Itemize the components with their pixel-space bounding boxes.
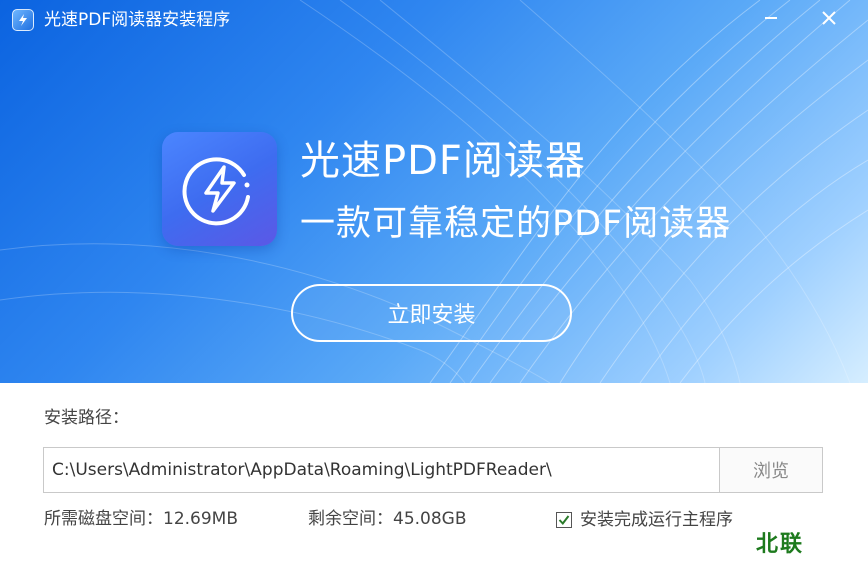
window-title: 光速PDF阅读器安装程序	[44, 10, 231, 30]
close-button[interactable]	[816, 6, 842, 30]
watermark-text: 北联	[756, 532, 805, 557]
required-space-text: 所需磁盘空间：12.69MB	[44, 509, 238, 529]
checkmark-icon	[558, 515, 570, 526]
browse-button[interactable]: 浏览	[719, 448, 822, 492]
free-space-text: 剩余空间：45.08GB	[308, 509, 467, 529]
app-logo	[162, 132, 277, 246]
app-small-icon	[12, 9, 34, 31]
install-path-input[interactable]	[44, 448, 719, 492]
install-now-button[interactable]: 立即安装	[291, 284, 572, 342]
lightning-bolt-icon	[182, 157, 250, 226]
install-path-label: 安装路径：	[44, 408, 129, 428]
hero-banner: 光速PDF阅读器安装程序 光速PDF阅读器 一款可靠稳定的PDF阅读器 立即安装	[0, 0, 868, 383]
product-title: 光速PDF阅读器	[300, 138, 586, 184]
run-after-install-label: 安装完成运行主程序	[580, 510, 733, 530]
close-icon	[822, 11, 836, 25]
install-path-row: 浏览	[43, 447, 823, 493]
product-subtitle: 一款可靠稳定的PDF阅读器	[300, 204, 732, 244]
minimize-icon	[765, 17, 777, 19]
minimize-button[interactable]	[758, 6, 784, 30]
checkbox-box[interactable]	[556, 512, 572, 528]
run-after-install-checkbox[interactable]: 安装完成运行主程序	[556, 509, 733, 531]
